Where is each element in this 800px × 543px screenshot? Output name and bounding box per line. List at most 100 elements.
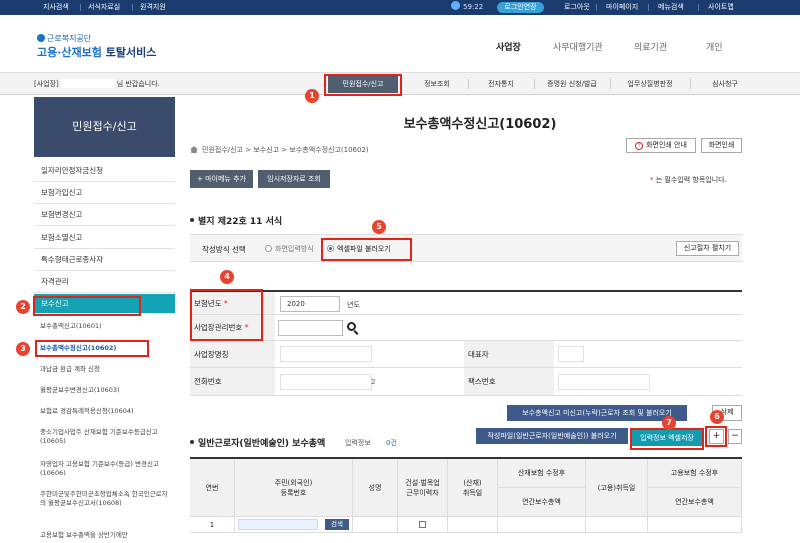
form-section-label: 별지 제22호 11 서식 (198, 217, 283, 227)
highlight-box-3 (35, 340, 149, 357)
grid-cell-accident-acq-date[interactable] (448, 517, 498, 533)
method-label: 작성방식 선택 (202, 245, 246, 254)
resident-search-button[interactable]: 검색 (325, 519, 349, 530)
gnb-business[interactable]: 사업장 (496, 40, 521, 53)
sidebar-sub-sme-owner[interactable]: 중소기업사업주 산재보험 기준보수등급신고(10605) (40, 428, 173, 446)
remove-row-button[interactable]: − (728, 429, 742, 444)
label-business-name: 사업장명칭 (190, 341, 275, 367)
breadcrumb: 민원접수/신고 > 보수신고 > 보수총액수정신고(10602) (190, 145, 369, 155)
menu-appeal[interactable]: 심사청구 (692, 73, 758, 95)
gnb-medical[interactable]: 의료기관 (634, 40, 667, 53)
menu-search-link[interactable]: 메뉴검색 (658, 0, 684, 15)
grid-info-label: 입력정보 (345, 439, 371, 447)
grid-cell-row-no: 1 (190, 517, 235, 533)
divider (698, 4, 699, 11)
extend-login-button[interactable]: 로그인연장 (497, 2, 544, 13)
highlight-box-7 (630, 428, 704, 450)
worker-wage-grid: 연번 주민(외국인) 등록번호 성명 건설·벌목업 근무이력자 (산재) 취득일… (190, 457, 742, 543)
mypage-link[interactable]: 마이페이지 (606, 0, 638, 15)
grid-cell-employment-acq-date[interactable] (586, 517, 648, 533)
insurance-year-input[interactable]: 2020 (280, 296, 340, 312)
required-note-text: 는 필수입력 항목입니다. (655, 176, 727, 184)
add-my-menu-button[interactable]: + 마이메뉴 추가 (190, 170, 253, 188)
step-marker-5: 5 (372, 220, 386, 234)
print-button[interactable]: 화면인쇄 (701, 138, 742, 153)
util-link-forms[interactable]: 서식자료실 (88, 0, 120, 15)
radio-screen[interactable] (265, 245, 272, 252)
label-representative: 대표자 (464, 341, 554, 367)
divider (468, 79, 469, 89)
logout-link[interactable]: 로그아웃 (564, 0, 590, 15)
top-utility-bar: 지사검색 서식자료실 원격지원 59:22 로그인연장 로그아웃 마이페이지 메… (0, 0, 800, 15)
bullet-icon (190, 440, 194, 444)
util-link-branch-search[interactable]: 지사검색 (43, 0, 69, 15)
fax-masked (558, 374, 650, 390)
sidebar-item-special-workers[interactable]: 특수형태근로종사자 (34, 249, 175, 271)
method-screen-option[interactable]: 화면입력방식 (265, 244, 314, 254)
sidebar-item-qualification[interactable]: 자격관리 (34, 271, 175, 293)
divider (132, 4, 133, 11)
mgmt-number-input[interactable] (278, 320, 343, 336)
util-link-remote-support[interactable]: 원격지원 (140, 0, 166, 15)
info-icon: ! (635, 142, 644, 150)
logo-service-rest: 토탈서비스 (101, 46, 157, 59)
sidebar-sub-employment-first-half[interactable]: 고용보험 보수총액을 상반기에만 (40, 531, 173, 540)
menu-disease-decision[interactable]: 업무상질병판정 (612, 73, 688, 95)
gnb-personal[interactable]: 개인 (706, 40, 723, 53)
form-section-title: 별지 제22호 11 서식 (190, 214, 282, 227)
logo-org[interactable]: 근로복지공단 (37, 33, 91, 44)
sitemap-link[interactable]: 사이트맵 (708, 0, 734, 15)
grid-header-no: 연번 (190, 459, 235, 517)
menu-info-lookup[interactable]: 정보조회 (408, 73, 466, 95)
sidebar-sub-refund-account[interactable]: 과납금 환급 계좌 신청 (40, 365, 173, 374)
required-star: * (650, 176, 654, 184)
divider (80, 4, 81, 11)
grid-header-accident-annual-total: 연간보수총액 (498, 488, 586, 517)
grid-cell-name[interactable] (353, 517, 398, 533)
row-insurance-year: 보험년도 * 2020 년도 (190, 290, 742, 315)
procedure-toggle-button[interactable]: 신고절차 펼치기 (676, 241, 739, 256)
divider (648, 4, 649, 11)
sidebar-sub-usfk[interactable]: 주한미군및주한미군초청업체소속 한국인근로자의 월평균보수신고서(10608) (40, 490, 173, 508)
grid-header-resident-no: 주민(외국인) 등록번호 (235, 459, 353, 517)
menu-certificate[interactable]: 증명원 신청/발급 (536, 73, 608, 95)
home-icon[interactable] (190, 146, 198, 153)
logo-service[interactable]: 고용·산재보험 토탈서비스 (37, 44, 156, 60)
grid-cell-employment-annual-total[interactable] (648, 517, 742, 533)
grid-cell-accident-annual-total[interactable] (498, 517, 586, 533)
welcome-suffix: 님 반갑습니다. (116, 80, 160, 88)
grid-cell-construction[interactable] (398, 517, 448, 533)
load-file-button[interactable]: 작성파일(일반근로자(일반예술인)) 불러오기 (476, 428, 628, 444)
divider (596, 4, 597, 11)
grid-cell-resident-no[interactable]: 검색 (235, 517, 353, 533)
unreported-workers-button[interactable]: 보수총액신고 미신고(누락)근로자 조회 및 불러오기 (507, 405, 687, 421)
sidebar-sub-monthly-wage-change[interactable]: 월평균보수변경신고(10603) (40, 386, 173, 395)
label-fax: 팩스번호 (464, 368, 554, 395)
user-name-masked (61, 79, 114, 88)
resident-no-input[interactable] (238, 519, 318, 530)
construction-checkbox[interactable] (419, 521, 426, 528)
divider (610, 79, 611, 89)
clock-icon (451, 1, 460, 10)
site-header: 근로복지공단 고용·산재보험 토탈서비스 사업장 사무대행기관 의료기관 개인 (0, 15, 800, 73)
highlight-box-5 (321, 238, 412, 261)
sidebar-title: 민원접수/신고 (34, 97, 175, 157)
row-business-name: 사업장명칭 대표자 (190, 341, 742, 368)
logo-org-name: 근로복지공단 (47, 34, 92, 43)
breadcrumb-path[interactable]: 민원접수/신고 > 보수신고 > 보수총액수정신고(10602) (202, 146, 369, 154)
print-guide-button[interactable]: ! 화면인쇄 안내 (626, 138, 696, 153)
menu-e-notice[interactable]: 전자통지 (470, 73, 532, 95)
sidebar-item-insurance-termination[interactable]: 보험소멸신고 (34, 227, 175, 249)
highlight-box-1 (324, 74, 402, 96)
grid-header-employment-amended: 고용보험 수정후 (648, 459, 742, 488)
page-title: 보수총액수정신고(10602) (403, 117, 557, 132)
gnb-agency[interactable]: 사무대행기관 (553, 40, 603, 53)
sidebar-item-insurance-change[interactable]: 보험변경신고 (34, 204, 175, 226)
sidebar-item-insurance-join[interactable]: 보험가입신고 (34, 182, 175, 204)
sidebar-sub-self-employed[interactable]: 자영업자 고용보험 기준보수(등급) 변경신고(10606) (40, 460, 173, 478)
search-icon[interactable] (347, 322, 356, 331)
sidebar-item-job-fund[interactable]: 일자리안정자금신청 (34, 160, 175, 182)
temp-save-view-button[interactable]: 임시저장자료 조회 (258, 170, 330, 188)
sidebar-sub-premium-reduction[interactable]: 보험료 경감특례적용신청(10604) (40, 407, 173, 416)
sidebar-sub-wage-total[interactable]: 보수총액신고(10601) (40, 322, 173, 331)
